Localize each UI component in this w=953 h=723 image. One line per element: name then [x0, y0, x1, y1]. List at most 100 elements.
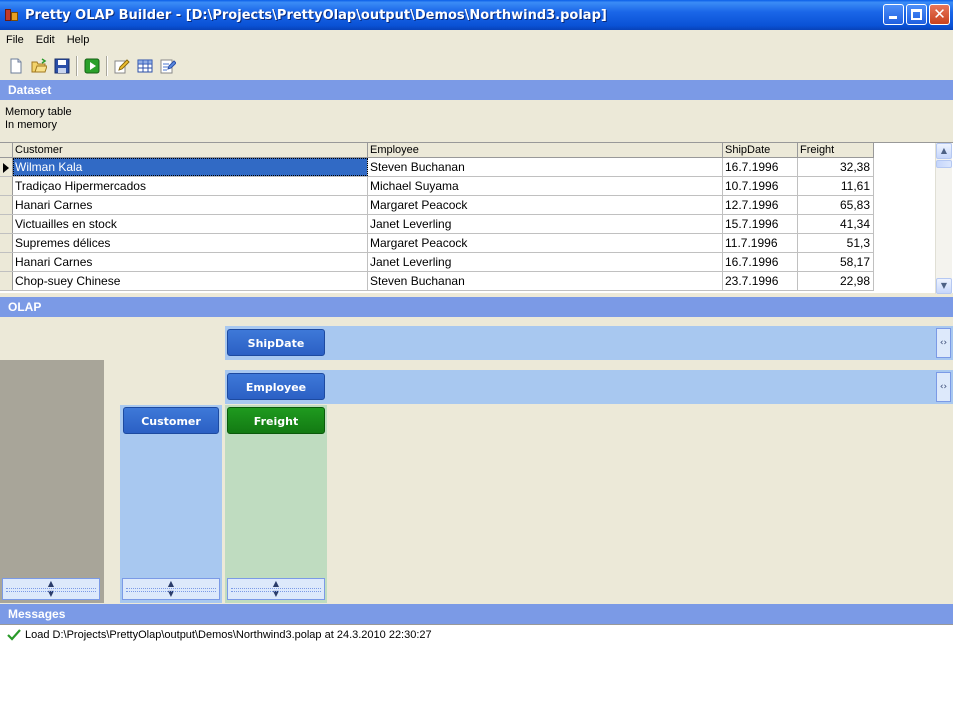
- cell-customer[interactable]: Tradiçao Hipermercados: [13, 177, 368, 195]
- cell-employee[interactable]: Margaret Peacock: [368, 196, 723, 214]
- dimension-customer-button[interactable]: Customer: [123, 407, 219, 434]
- cell-employee[interactable]: Margaret Peacock: [368, 234, 723, 252]
- minimize-icon: [889, 16, 897, 19]
- cell-customer[interactable]: Hanari Carnes: [13, 253, 368, 271]
- cell-shipdate[interactable]: 16.7.1996: [723, 158, 798, 176]
- row-indicator: [0, 158, 13, 176]
- open-button[interactable]: [27, 55, 50, 78]
- cell-freight[interactable]: 51,3: [798, 234, 874, 252]
- cell-freight[interactable]: 11,61: [798, 177, 874, 195]
- cell-customer[interactable]: Victuailles en stock: [13, 215, 368, 233]
- current-row-arrow-icon: [3, 163, 9, 173]
- shipdate-expand-button[interactable]: ‹›: [936, 328, 951, 358]
- run-icon: [84, 58, 99, 74]
- dimension-shipdate-button[interactable]: ShipDate: [227, 329, 325, 356]
- run-button[interactable]: [80, 55, 103, 78]
- dataset-location: In memory: [5, 119, 57, 131]
- grid-header-row: Customer Employee ShipDate Freight: [0, 143, 874, 158]
- corner-resize-handle[interactable]: ▲ ▼: [2, 578, 100, 600]
- cell-employee[interactable]: Janet Leverling: [368, 253, 723, 271]
- cell-employee[interactable]: Steven Buchanan: [368, 158, 723, 176]
- minimize-button[interactable]: [883, 4, 904, 25]
- edit-button[interactable]: [110, 55, 133, 78]
- cell-shipdate[interactable]: 15.7.1996: [723, 215, 798, 233]
- toolbar-separator: [76, 56, 77, 76]
- dimension-employee-button[interactable]: Employee: [227, 373, 325, 400]
- cell-customer[interactable]: Supremes délices: [13, 234, 368, 252]
- cell-freight[interactable]: 58,17: [798, 253, 874, 271]
- menu-edit[interactable]: Edit: [30, 34, 61, 46]
- menu-file[interactable]: File: [0, 34, 30, 46]
- employee-expand-button[interactable]: ‹›: [936, 372, 951, 402]
- window-title: Pretty OLAP Builder - [D:\Projects\Prett…: [25, 7, 607, 23]
- olap-header: OLAP: [0, 297, 953, 317]
- new-file-icon: [10, 58, 21, 74]
- cell-employee[interactable]: Steven Buchanan: [368, 272, 723, 290]
- title-bar: Pretty OLAP Builder - [D:\Projects\Prett…: [0, 0, 953, 30]
- maximize-icon: [911, 9, 922, 20]
- table-row[interactable]: Wilman Kala Steven Buchanan 16.7.1996 32…: [0, 158, 874, 177]
- cell-shipdate[interactable]: 10.7.1996: [723, 177, 798, 195]
- customer-resize-handle[interactable]: ▲ ▼: [122, 578, 220, 600]
- edit-document-icon: [160, 59, 176, 74]
- scroll-thumb[interactable]: [936, 160, 952, 168]
- cell-customer[interactable]: Wilman Kala: [13, 158, 368, 176]
- cell-shipdate[interactable]: 12.7.1996: [723, 196, 798, 214]
- freight-resize-handle[interactable]: ▲ ▼: [227, 578, 325, 600]
- menu-bar: File Edit Help: [0, 30, 953, 50]
- pivot-corner-area: ▲ ▼: [0, 360, 104, 603]
- cell-shipdate[interactable]: 23.7.1996: [723, 272, 798, 290]
- check-icon: [7, 629, 21, 641]
- row-indicator: [0, 196, 13, 214]
- cell-customer[interactable]: Chop-suey Chinese: [13, 272, 368, 290]
- value-freight-button[interactable]: Freight: [227, 407, 325, 434]
- new-button[interactable]: [4, 55, 27, 78]
- dataset-info: Memory table In memory: [5, 106, 72, 132]
- column-dimension-area-shipdate: ShipDate ‹›: [225, 326, 953, 360]
- toolbar-separator: [106, 56, 107, 76]
- table-row[interactable]: Hanari Carnes Janet Leverling 16.7.1996 …: [0, 253, 874, 272]
- scroll-down-button[interactable]: ▼: [936, 278, 952, 294]
- cell-freight[interactable]: 65,83: [798, 196, 874, 214]
- cell-employee[interactable]: Michael Suyama: [368, 177, 723, 195]
- table-row[interactable]: Supremes délices Margaret Peacock 11.7.1…: [0, 234, 874, 253]
- chevron-up-icon: ▲: [167, 579, 175, 588]
- cell-freight[interactable]: 22,98: [798, 272, 874, 290]
- grid-table-icon: [137, 59, 152, 73]
- table-row[interactable]: Hanari Carnes Margaret Peacock 12.7.1996…: [0, 196, 874, 215]
- column-header-customer[interactable]: Customer: [13, 143, 368, 157]
- grid-vertical-scrollbar[interactable]: ▲ ▼: [935, 143, 952, 294]
- table-row[interactable]: Tradiçao Hipermercados Michael Suyama 10…: [0, 177, 874, 196]
- scroll-up-button[interactable]: ▲: [936, 143, 952, 159]
- table-row[interactable]: Chop-suey Chinese Steven Buchanan 23.7.1…: [0, 272, 874, 291]
- table-row[interactable]: Victuailles en stock Janet Leverling 15.…: [0, 215, 874, 234]
- message-item[interactable]: Load D:\Projects\PrettyOlap\output\Demos…: [7, 629, 432, 641]
- row-indicator: [0, 215, 13, 233]
- save-button[interactable]: [50, 55, 73, 78]
- grid-button[interactable]: [133, 55, 156, 78]
- data-grid[interactable]: Customer Employee ShipDate Freight Wilma…: [0, 142, 953, 294]
- column-header-shipdate[interactable]: ShipDate: [723, 143, 798, 157]
- row-indicator: [0, 253, 13, 271]
- cell-shipdate[interactable]: 16.7.1996: [723, 253, 798, 271]
- row-indicator: [0, 272, 13, 290]
- olap-pivot-area: ▲ ▼ ShipDate ‹› Employee ‹› Customer ▲ ▼…: [0, 318, 953, 603]
- edit-pencil-icon: [114, 59, 130, 74]
- value-field-area: Freight ▲ ▼: [225, 405, 327, 603]
- messages-panel: Load D:\Projects\PrettyOlap\output\Demos…: [0, 624, 953, 723]
- close-button[interactable]: ✕: [929, 4, 950, 25]
- row-indicator: [0, 177, 13, 195]
- cell-employee[interactable]: Janet Leverling: [368, 215, 723, 233]
- save-icon: [54, 58, 69, 74]
- column-header-employee[interactable]: Employee: [368, 143, 723, 157]
- cell-customer[interactable]: Hanari Carnes: [13, 196, 368, 214]
- menu-help[interactable]: Help: [61, 34, 96, 46]
- cell-shipdate[interactable]: 11.7.1996: [723, 234, 798, 252]
- message-text: Load D:\Projects\PrettyOlap\output\Demos…: [25, 629, 432, 641]
- cell-freight[interactable]: 41,34: [798, 215, 874, 233]
- row-indicator: [0, 234, 13, 252]
- maximize-button[interactable]: [906, 4, 927, 25]
- cell-freight[interactable]: 32,38: [798, 158, 874, 176]
- column-header-freight[interactable]: Freight: [798, 143, 874, 157]
- edit-doc-button[interactable]: [156, 55, 179, 78]
